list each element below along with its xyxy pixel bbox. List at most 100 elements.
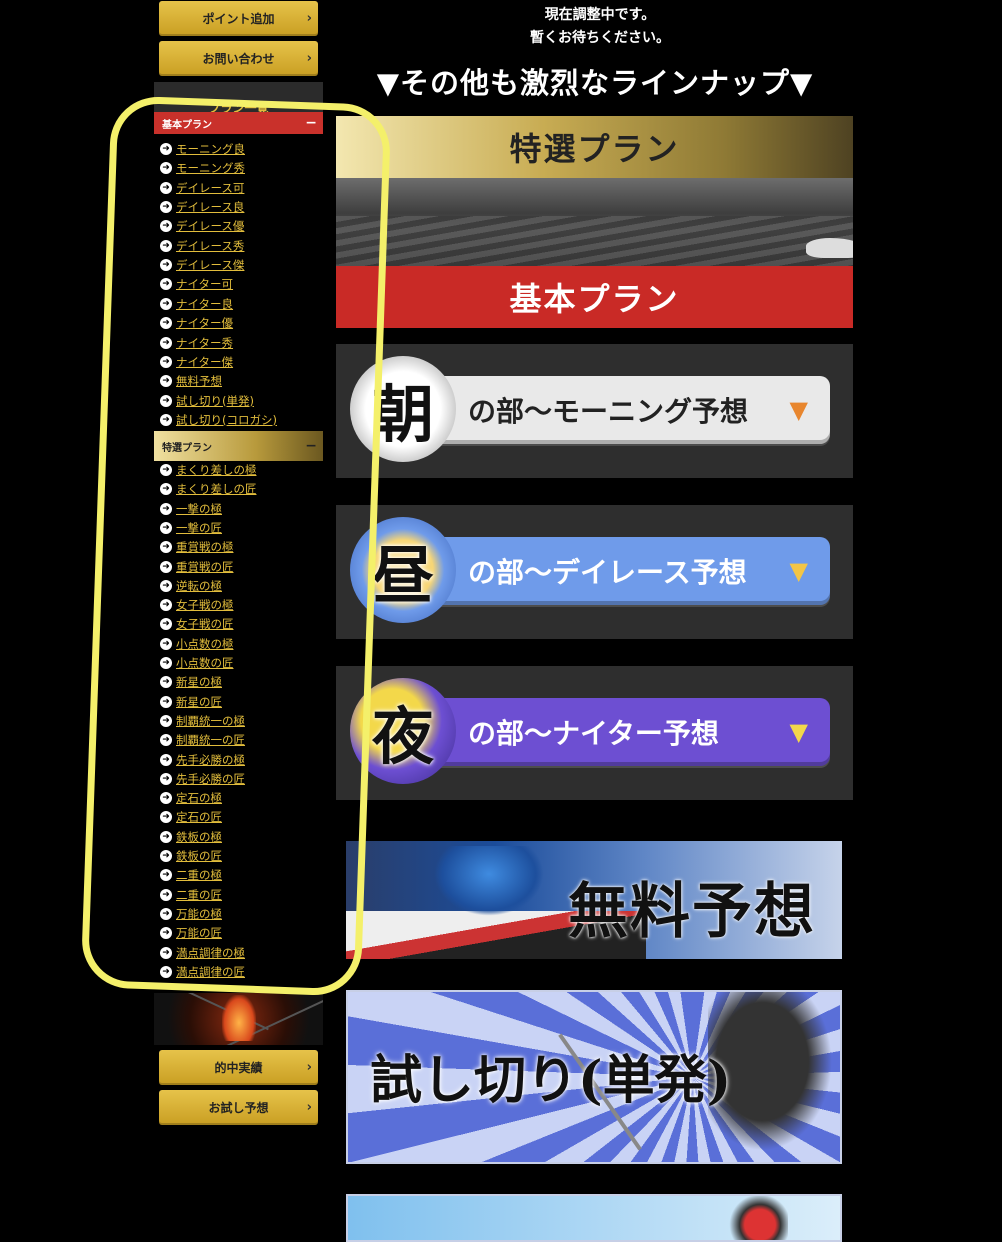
add-points-label: ポイント追加 <box>202 12 275 26</box>
next-promo-banner[interactable] <box>346 1194 842 1242</box>
special-link[interactable]: ➜ 制覇統一の極 <box>160 712 245 730</box>
add-points-button[interactable]: ポイント追加 › <box>159 1 318 36</box>
special-link[interactable]: ➜ 満点調律の匠 <box>160 963 245 981</box>
basic-link[interactable]: ➜ 試し切り(単発) <box>160 392 254 410</box>
basic-link[interactable]: ➜ 試し切り(コロガシ) <box>160 411 277 429</box>
special-link[interactable]: ➜ 一撃の匠 <box>160 519 222 537</box>
special-link[interactable]: ➜ 一撃の極 <box>160 500 222 518</box>
arrow-circle-icon: ➜ <box>160 714 172 727</box>
special-link[interactable]: ➜ 定石の極 <box>160 789 222 807</box>
chevron-right-icon: › <box>306 51 312 66</box>
arrow-circle-icon: ➜ <box>160 143 172 155</box>
arrow-circle-icon: ➜ <box>160 888 172 901</box>
special-link-label: 女子戦の極 <box>176 598 234 613</box>
basic-link-label: ナイター良 <box>176 296 234 311</box>
arrow-circle-icon: ➜ <box>160 753 172 766</box>
trial-single-banner[interactable]: 試し切り(単発) <box>346 990 842 1164</box>
basic-link-label: デイレース良 <box>176 200 245 215</box>
arrow-circle-icon: ➜ <box>160 201 172 214</box>
special-link[interactable]: ➜ 重賞戦の匠 <box>160 558 234 576</box>
arrow-circle-icon: ➜ <box>160 297 172 310</box>
basic-plan-section-header[interactable]: 基本プラン − <box>154 112 323 134</box>
arrow-circle-icon: ➜ <box>160 560 172 573</box>
special-link[interactable]: ➜ 制覇統一の匠 <box>160 731 245 749</box>
special-plan-section-header[interactable]: 特選プラン − <box>154 431 323 461</box>
special-link[interactable]: ➜ 逆転の極 <box>160 577 222 595</box>
arrow-circle-icon: ➜ <box>160 483 172 496</box>
special-link[interactable]: ➜ 定石の匠 <box>160 808 222 826</box>
basic-link-label: ナイター傑 <box>176 354 234 369</box>
special-link[interactable]: ➜ まくり差しの匠 <box>160 480 257 498</box>
basic-link[interactable]: ➜ デイレース可 <box>160 179 244 197</box>
basic-link[interactable]: ➜ モーニング良 <box>160 140 245 158</box>
morning-kanji-icon: 朝 <box>350 356 456 462</box>
special-link[interactable]: ➜ 鉄板の極 <box>160 828 222 846</box>
special-plan-banner: 特選プラン <box>336 116 853 178</box>
basic-link[interactable]: ➜ ナイター可 <box>160 275 233 293</box>
trial-prediction-button[interactable]: お試し予想 › <box>159 1090 318 1125</box>
results-label: 的中実績 <box>214 1061 263 1075</box>
basic-link-label: デイレース傑 <box>176 258 245 273</box>
basic-link[interactable]: ➜ 無料予想 <box>160 372 222 390</box>
arrow-circle-icon: ➜ <box>160 464 172 476</box>
special-link-label: 満点調律の匠 <box>176 964 245 979</box>
basic-link[interactable]: ➜ ナイター良 <box>160 295 233 313</box>
special-link-label: 重賞戦の匠 <box>176 559 234 574</box>
special-link[interactable]: ➜ 二重の匠 <box>160 886 222 904</box>
basic-link[interactable]: ➜ ナイター秀 <box>160 334 233 352</box>
special-link[interactable]: ➜ 万能の極 <box>160 905 222 923</box>
special-link[interactable]: ➜ 満点調律の極 <box>160 944 245 962</box>
special-link[interactable]: ➜ 新星の匠 <box>160 693 222 711</box>
special-link-label: 制覇統一の匠 <box>176 733 245 748</box>
basic-link[interactable]: ➜ ナイター傑 <box>160 353 233 371</box>
results-button[interactable]: 的中実績 › <box>159 1050 318 1085</box>
basic-link[interactable]: ➜ デイレース良 <box>160 198 244 216</box>
special-link[interactable]: ➜ 重賞戦の極 <box>160 538 234 556</box>
special-link[interactable]: ➜ 小点数の極 <box>160 635 234 653</box>
basic-link-label: 無料予想 <box>176 374 222 389</box>
special-link[interactable]: ➜ 万能の匠 <box>160 924 222 942</box>
special-link-label: 一撃の匠 <box>176 520 222 535</box>
basic-link-label: モーニング良 <box>176 142 245 156</box>
collapse-icon[interactable]: − <box>305 115 317 131</box>
basic-link-label: 試し切り(コロガシ) <box>176 412 277 427</box>
special-link-label: 鉄板の極 <box>176 829 222 844</box>
basic-link[interactable]: ➜ ナイター優 <box>160 314 233 332</box>
arrow-circle-icon: ➜ <box>160 259 172 272</box>
arrow-circle-icon: ➜ <box>160 394 172 407</box>
special-link[interactable]: ➜ 鉄板の匠 <box>160 847 222 865</box>
collapse-icon[interactable]: − <box>305 438 317 454</box>
basic-link[interactable]: ➜ デイレース秀 <box>160 237 244 255</box>
arrow-circle-icon: ➜ <box>160 317 172 330</box>
special-link[interactable]: ➜ 女子戦の極 <box>160 596 234 614</box>
basic-link-label: ナイター可 <box>176 277 234 292</box>
night-plan-label: の部〜ナイター予想 <box>468 717 719 750</box>
arrow-circle-icon: ➜ <box>160 355 172 368</box>
chevron-right-icon: › <box>306 11 312 26</box>
special-link[interactable]: ➜ 先手必勝の匠 <box>160 770 245 788</box>
special-link[interactable]: ➜ 女子戦の匠 <box>160 615 234 633</box>
basic-link-label: モーニング秀 <box>176 161 245 176</box>
basic-link-label: デイレース優 <box>176 219 245 234</box>
basic-link[interactable]: ➜ デイレース傑 <box>160 256 244 274</box>
special-link[interactable]: ➜ 小点数の匠 <box>160 654 234 672</box>
arrow-circle-icon: ➜ <box>160 618 172 631</box>
special-link-label: 新星の匠 <box>176 694 222 709</box>
arrow-circle-icon: ➜ <box>160 927 172 940</box>
special-link-label: 先手必勝の極 <box>176 752 245 767</box>
special-link[interactable]: ➜ まくり差しの極 <box>160 461 257 479</box>
sidebar-banner-image[interactable] <box>154 993 323 1045</box>
notice-line-1: 現在調整中です。 <box>544 7 656 23</box>
contact-button[interactable]: お問い合わせ › <box>159 41 318 76</box>
arrow-circle-icon: ➜ <box>160 695 172 708</box>
basic-link[interactable]: ➜ デイレース優 <box>160 217 244 235</box>
basic-link[interactable]: ➜ モーニング秀 <box>160 159 245 177</box>
special-link-label: 万能の匠 <box>176 926 222 941</box>
special-link[interactable]: ➜ 新星の極 <box>160 673 222 691</box>
lineup-heading: ▼その他も激烈なラインナップ▼ <box>376 66 814 100</box>
free-prediction-banner[interactable]: 無料予想 <box>346 841 842 959</box>
special-link[interactable]: ➜ 先手必勝の極 <box>160 751 245 769</box>
special-link-label: 満点調律の極 <box>176 945 245 960</box>
special-link[interactable]: ➜ 二重の極 <box>160 866 222 884</box>
arrow-circle-icon: ➜ <box>160 965 172 978</box>
